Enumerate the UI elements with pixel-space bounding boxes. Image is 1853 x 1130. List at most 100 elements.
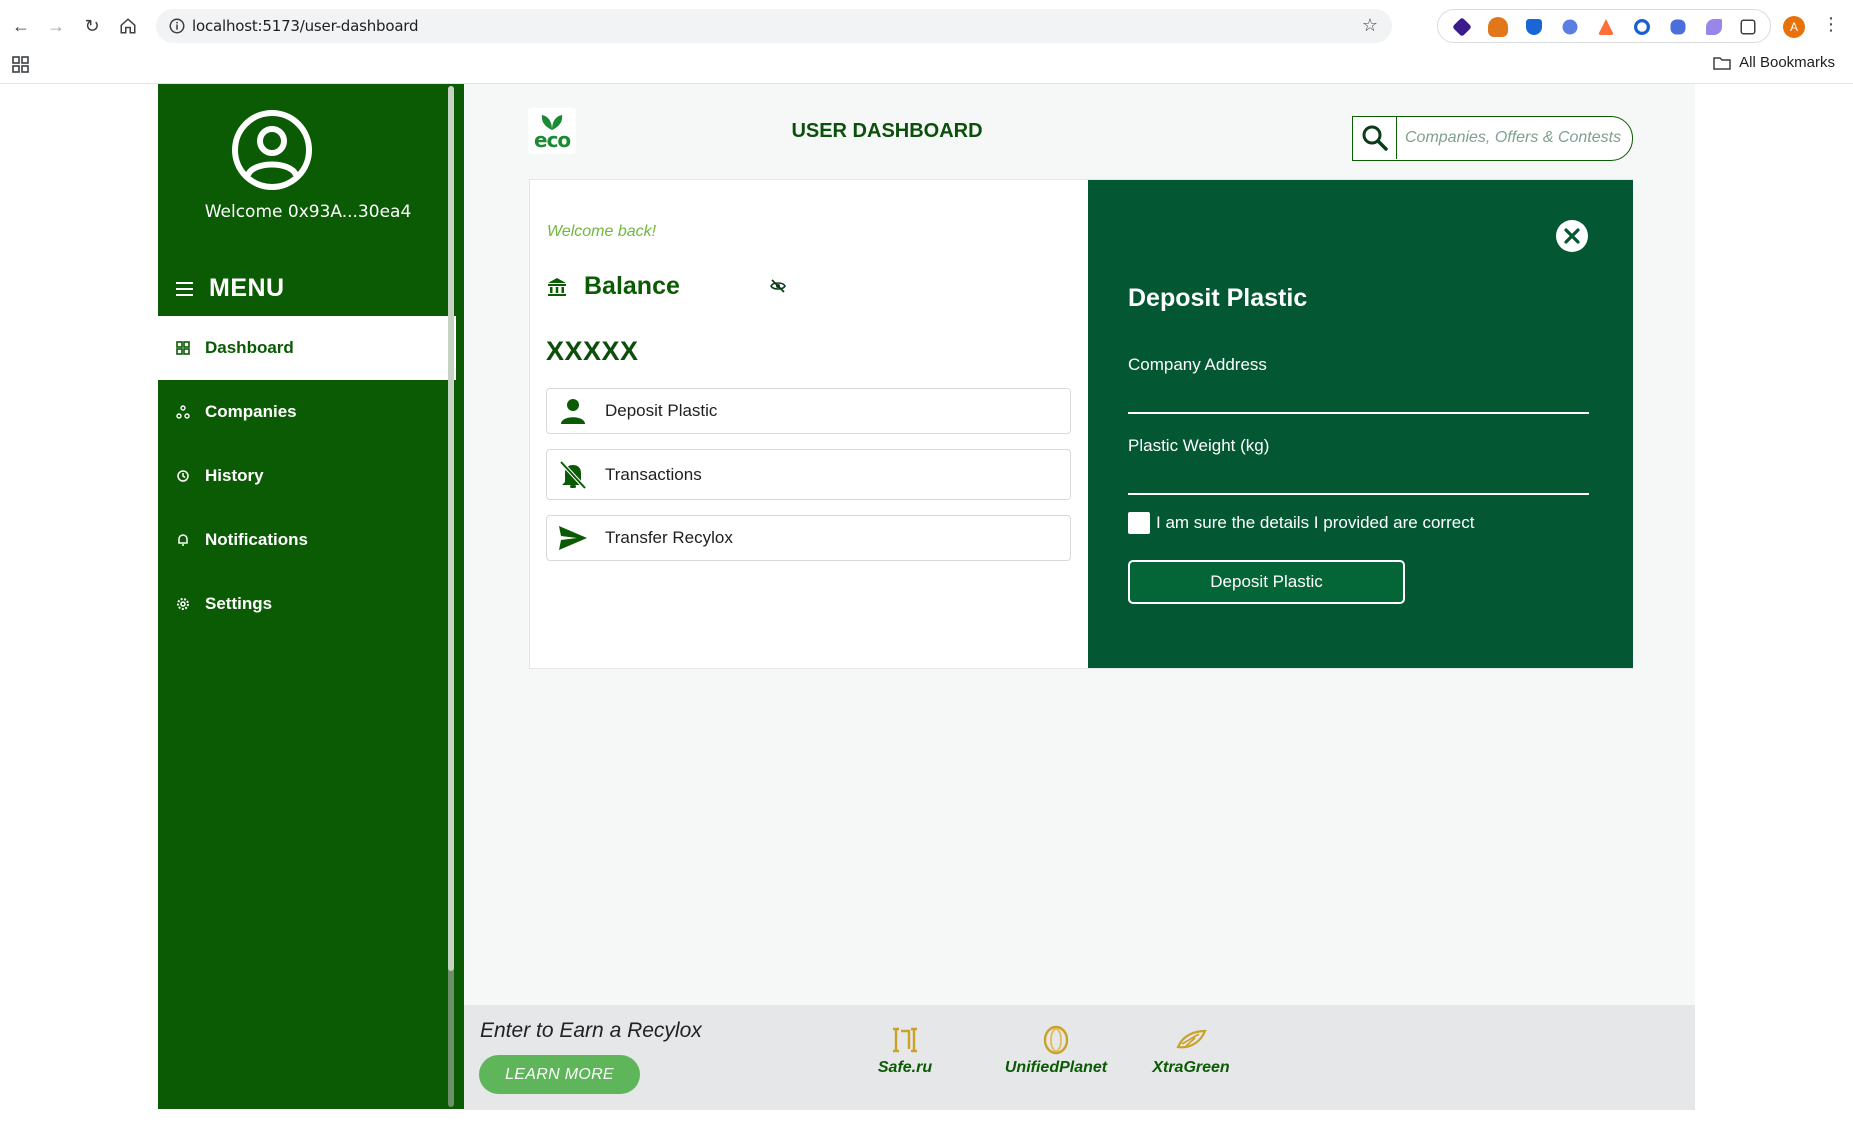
folder-icon [1713, 56, 1731, 70]
partner-safe-ru[interactable]: Safe.ru [870, 1025, 940, 1077]
sidebar-menu: Dashboard Companies History Notification… [158, 316, 456, 636]
page-title: USER DASHBOARD [791, 120, 983, 142]
app-root: Welcome 0x93A...30ea4 MENU Dashboard Com… [158, 84, 1695, 1110]
extension-icon[interactable] [1634, 19, 1650, 35]
search-icon [1362, 125, 1388, 151]
confirm-checkbox[interactable] [1128, 512, 1150, 534]
gear-icon [177, 598, 189, 610]
transfer-recylox-button[interactable]: Transfer Recylox [546, 515, 1071, 561]
profile-avatar[interactable]: A [1783, 16, 1805, 38]
all-bookmarks[interactable]: All Bookmarks [1713, 54, 1835, 71]
search-bar [1352, 116, 1633, 161]
metamask-icon[interactable] [1488, 17, 1508, 37]
main-content: eco USER DASHBOARD Welcome back! [464, 84, 1695, 1110]
deposit-plastic-button[interactable]: Deposit Plastic [546, 388, 1071, 434]
transactions-button[interactable]: Transactions [546, 449, 1071, 500]
bookmark-star-icon[interactable]: ☆ [1362, 15, 1378, 36]
reload-icon[interactable]: ↻ [80, 14, 104, 38]
network-icon [176, 405, 190, 419]
bell-icon [178, 534, 188, 546]
partner-name: Safe.ru [877, 1059, 933, 1076]
plastic-weight-label: Plastic Weight (kg) [1128, 436, 1270, 455]
address-bar[interactable]: localhost:5173/user-dashboard ☆ [156, 9, 1392, 43]
extensions-bar [1437, 9, 1771, 43]
close-icon [1564, 228, 1580, 244]
history-icon [177, 470, 189, 482]
earn-text: Enter to Earn a Recylox [480, 1019, 702, 1042]
shield-extension-icon[interactable] [1526, 19, 1542, 35]
bookmarks-bar: All Bookmarks [0, 50, 1853, 84]
deposit-plastic-panel: Deposit Plastic Company Address Plastic … [1088, 180, 1633, 668]
welcome-back-text: Welcome back! [547, 223, 657, 240]
menu-header: MENU [176, 274, 285, 303]
browser-chrome: ← → ↻ localhost:5173/user-dashboard ☆ A … [0, 0, 1853, 84]
company-address-input[interactable] [1128, 386, 1589, 414]
sidebar: Welcome 0x93A...30ea4 MENU Dashboard Com… [158, 84, 457, 1109]
sidebar-item-label: Dashboard [205, 338, 294, 357]
balance-label: Balance [584, 272, 680, 300]
sidebar-item-label: Notifications [205, 530, 308, 549]
deposit-title: Deposit Plastic [1128, 284, 1308, 312]
extension-icon[interactable] [1598, 19, 1614, 35]
company-address-label: Company Address [1128, 355, 1267, 374]
url-text[interactable]: localhost:5173/user-dashboard [192, 17, 419, 35]
confirm-label[interactable]: I am sure the details I provided are cor… [1156, 513, 1474, 533]
sidebar-item-label: Settings [205, 594, 273, 613]
sidebar-item-label: Companies [205, 402, 297, 421]
dashboard-card: Welcome back! Balance XXXXX Deposit Plas… [529, 179, 1633, 669]
sidebar-edge [457, 84, 464, 1109]
extension-icon[interactable] [1670, 19, 1686, 35]
action-label: Transactions [605, 464, 702, 484]
search-input[interactable] [1405, 127, 1625, 149]
forward-icon[interactable]: → [44, 14, 68, 38]
sidebar-scrollbar-thumb[interactable] [448, 86, 454, 971]
xtra-green-logo-icon [1176, 1029, 1207, 1049]
close-button[interactable] [1556, 220, 1588, 252]
balance-header: Balance [546, 272, 680, 301]
sidebar-item-dashboard[interactable]: Dashboard [158, 316, 456, 380]
action-label: Deposit Plastic [605, 401, 718, 420]
sidebar-item-label: History [205, 466, 264, 485]
balance-value: XXXXX [546, 336, 639, 366]
sidebar-item-companies[interactable]: Companies [158, 380, 456, 444]
back-icon[interactable]: ← [9, 14, 33, 38]
partner-name: XtraGreen [1152, 1059, 1230, 1076]
welcome-user-text: Welcome 0x93A...30ea4 [204, 202, 412, 222]
search-button[interactable] [1353, 117, 1397, 159]
send-icon [559, 526, 587, 550]
eye-off-icon[interactable] [770, 278, 786, 294]
grid-icon [176, 341, 190, 355]
unified-planet-logo-icon [1043, 1025, 1069, 1055]
plastic-weight-input[interactable] [1128, 467, 1589, 495]
logo-text: eco [534, 128, 571, 152]
home-icon[interactable] [116, 14, 140, 38]
eco-logo[interactable]: eco [528, 108, 576, 154]
bank-icon [548, 277, 566, 296]
menu-title: MENU [209, 274, 285, 302]
apps-grid-icon[interactable] [12, 56, 30, 74]
all-bookmarks-label: All Bookmarks [1739, 54, 1835, 71]
promo-footer: Enter to Earn a Recylox LEARN MORE Safe.… [464, 1005, 1695, 1110]
sidebar-item-history[interactable]: History [158, 444, 456, 508]
deposit-submit-button[interactable]: Deposit Plastic [1128, 560, 1405, 604]
extensions-puzzle-icon[interactable] [1740, 19, 1756, 35]
extension-icon[interactable] [1706, 19, 1722, 35]
balance-panel: Welcome back! Balance XXXXX Deposit Plas… [530, 180, 1088, 668]
sidebar-item-settings[interactable]: Settings [158, 572, 456, 636]
learn-more-button[interactable]: LEARN MORE [479, 1055, 640, 1094]
action-label: Transfer Recylox [605, 528, 733, 547]
browser-toolbar: ← → ↻ localhost:5173/user-dashboard ☆ A … [0, 4, 1853, 48]
sidebar-scrollbar[interactable] [448, 86, 454, 1107]
browser-menu-icon[interactable]: ⋮ [1822, 14, 1840, 35]
partner-name: UnifiedPlanet [1004, 1059, 1108, 1076]
hamburger-icon[interactable] [176, 281, 193, 296]
extension-icon[interactable] [1562, 19, 1578, 35]
extension-icon[interactable] [1452, 17, 1472, 37]
partner-unified-planet[interactable]: UnifiedPlanet [994, 1025, 1118, 1077]
sidebar-item-notifications[interactable]: Notifications [158, 508, 456, 572]
person-icon [561, 399, 585, 424]
site-info-icon[interactable] [168, 17, 186, 35]
bell-off-icon [559, 460, 587, 489]
safe-ru-logo-icon [893, 1027, 917, 1053]
partner-xtra-green[interactable]: XtraGreen [1143, 1025, 1239, 1077]
